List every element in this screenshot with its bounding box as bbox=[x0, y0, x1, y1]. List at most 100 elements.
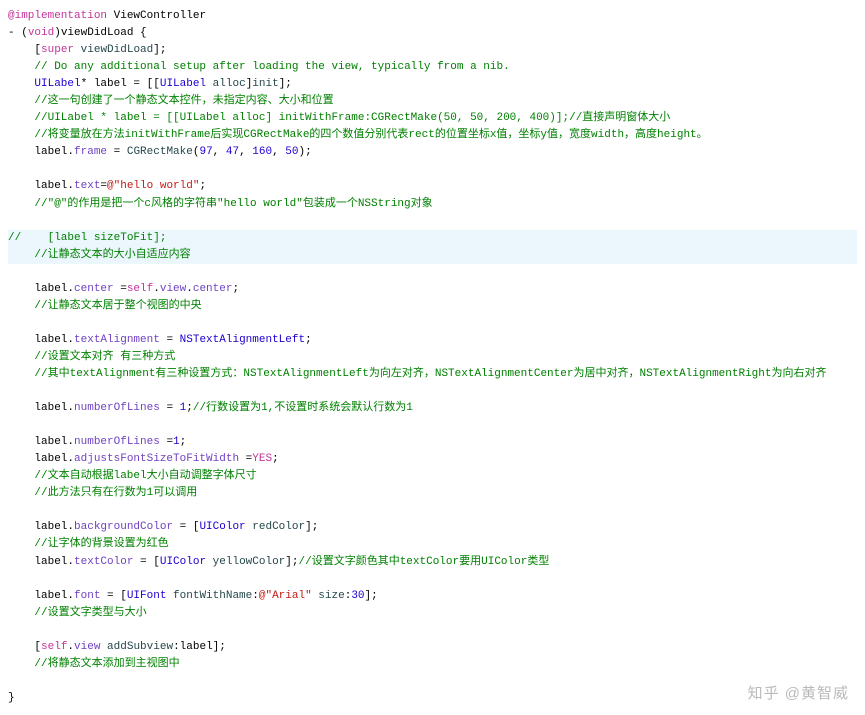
code-token: void bbox=[28, 27, 54, 39]
code-token: UIFont bbox=[127, 590, 167, 602]
code-line: //设置文本对齐 有三种方式 bbox=[8, 349, 857, 366]
code-token: label. bbox=[8, 180, 74, 192]
code-token: label. bbox=[8, 556, 74, 568]
code-token: 50 bbox=[285, 146, 298, 158]
code-line: //设置文字类型与大小 bbox=[8, 605, 857, 622]
code-token bbox=[74, 44, 81, 56]
code-token: = bbox=[107, 146, 127, 158]
code-token: view bbox=[160, 283, 186, 295]
code-token: self bbox=[41, 641, 67, 653]
code-token: //UILabel * label = [[UILabel alloc] ini… bbox=[8, 112, 670, 124]
code-token: ]; bbox=[279, 78, 292, 90]
code-token bbox=[8, 504, 34, 516]
code-token: addSubview bbox=[107, 641, 173, 653]
code-token: ; bbox=[305, 334, 312, 346]
code-token: = bbox=[160, 334, 180, 346]
code-token: //设置文字类型与大小 bbox=[8, 607, 147, 619]
code-token: UILabel bbox=[160, 78, 206, 90]
code-token: textAlignment bbox=[74, 334, 160, 346]
code-token: //"@"的作用是把一个c风格的字符串"hello world"包装成一个NSS… bbox=[8, 198, 433, 210]
code-token: numberOfLines bbox=[74, 436, 160, 448]
code-token: . bbox=[67, 641, 74, 653]
code-token: size bbox=[318, 590, 344, 602]
code-token: = [ bbox=[100, 590, 126, 602]
code-token: label. bbox=[8, 590, 74, 602]
code-token: - ( bbox=[8, 27, 28, 39]
code-line: //这一句创建了一个静态文本控件，未指定内容、大小和位置 bbox=[8, 93, 857, 110]
code-token: ; bbox=[186, 402, 193, 414]
code-line bbox=[8, 502, 857, 519]
code-token: ]; bbox=[285, 556, 298, 568]
code-token: //行数设置为1,不设置时系统会默认行数为1 bbox=[193, 402, 413, 414]
code-token: label. bbox=[8, 283, 74, 295]
code-token: ; bbox=[272, 453, 279, 465]
code-token: //让字体的背景设置为红色 bbox=[8, 538, 169, 550]
code-token bbox=[8, 163, 34, 175]
code-token: = [ bbox=[133, 556, 159, 568]
code-token: backgroundColor bbox=[74, 521, 173, 533]
code-line: // Do any additional setup after loading… bbox=[8, 59, 857, 76]
code-token: super bbox=[41, 44, 74, 56]
code-line: //文本自动根据label大小自动调整字体尺寸 bbox=[8, 468, 857, 485]
code-token bbox=[8, 624, 34, 636]
code-line: label.numberOfLines =1; bbox=[8, 434, 857, 451]
code-line: label.textAlignment = NSTextAlignmentLef… bbox=[8, 332, 857, 349]
code-token: :label]; bbox=[173, 641, 226, 653]
code-token: UILabel bbox=[34, 78, 80, 90]
code-token: ]; bbox=[153, 44, 166, 56]
code-line bbox=[8, 213, 857, 230]
code-line: label.font = [UIFont fontWithName:@"Aria… bbox=[8, 588, 857, 605]
code-line: //将变量放在方法initWithFrame后实现CGRectMake的四个数值… bbox=[8, 127, 857, 144]
code-token: UIColor bbox=[160, 556, 206, 568]
code-token: )viewDidLoad { bbox=[54, 27, 146, 39]
code-token: . bbox=[153, 283, 160, 295]
code-line bbox=[8, 161, 857, 178]
code-token: init bbox=[252, 78, 278, 90]
code-token: numberOfLines bbox=[74, 402, 160, 414]
code-line: label.numberOfLines = 1;//行数设置为1,不设置时系统会… bbox=[8, 400, 857, 417]
code-line: //"@"的作用是把一个c风格的字符串"hello world"包装成一个NSS… bbox=[8, 196, 857, 213]
code-line bbox=[8, 571, 857, 588]
code-token: self bbox=[127, 283, 153, 295]
code-token: CGRectMake bbox=[127, 146, 193, 158]
code-token: [ bbox=[8, 44, 41, 56]
code-line: label.textColor = [UIColor yellowColor];… bbox=[8, 554, 857, 571]
code-token: textColor bbox=[74, 556, 133, 568]
code-token: } bbox=[8, 692, 15, 704]
code-token: [ bbox=[8, 641, 41, 653]
code-token: = bbox=[160, 402, 180, 414]
code-token bbox=[8, 675, 34, 687]
code-token: ViewController bbox=[107, 10, 206, 22]
code-token: * label = [[ bbox=[81, 78, 160, 90]
code-token bbox=[8, 215, 34, 227]
code-token bbox=[312, 590, 319, 602]
code-token: @"Arial" bbox=[259, 590, 312, 602]
code-token bbox=[100, 641, 107, 653]
code-line: //让静态文本的大小自适应内容 bbox=[8, 247, 857, 264]
code-token: label. bbox=[8, 453, 74, 465]
code-line: [self.view addSubview:label]; bbox=[8, 639, 857, 656]
code-token: label. bbox=[8, 521, 74, 533]
code-line: //让字体的背景设置为红色 bbox=[8, 536, 857, 553]
code-line: - (void)viewDidLoad { bbox=[8, 25, 857, 42]
code-line: [super viewDidLoad]; bbox=[8, 42, 857, 59]
code-block: @implementation ViewController- (void)vi… bbox=[8, 8, 857, 707]
code-token: center bbox=[193, 283, 233, 295]
code-token: fontWithName bbox=[173, 590, 252, 602]
code-token: adjustsFontSizeToFitWidth bbox=[74, 453, 239, 465]
code-line: //将静态文本添加到主视图中 bbox=[8, 656, 857, 673]
code-token: , bbox=[272, 146, 285, 158]
code-token bbox=[8, 573, 34, 585]
code-token: //其中textAlignment有三种设置方式：NSTextAlignment… bbox=[8, 368, 826, 380]
code-token: ]; bbox=[365, 590, 378, 602]
code-line: //此方法只有在行数为1可以调用 bbox=[8, 485, 857, 502]
code-token: // [label sizeToFit]; bbox=[8, 232, 166, 244]
code-token: alloc bbox=[213, 78, 246, 90]
code-token bbox=[8, 385, 34, 397]
code-token: = bbox=[114, 283, 127, 295]
code-token: //这一句创建了一个静态文本控件，未指定内容、大小和位置 bbox=[8, 95, 334, 107]
code-line: label.text=@"hello world"; bbox=[8, 178, 857, 195]
code-token: //让静态文本的大小自适应内容 bbox=[8, 249, 191, 261]
code-token: //设置文本对齐 有三种方式 bbox=[8, 351, 175, 363]
code-line bbox=[8, 264, 857, 281]
